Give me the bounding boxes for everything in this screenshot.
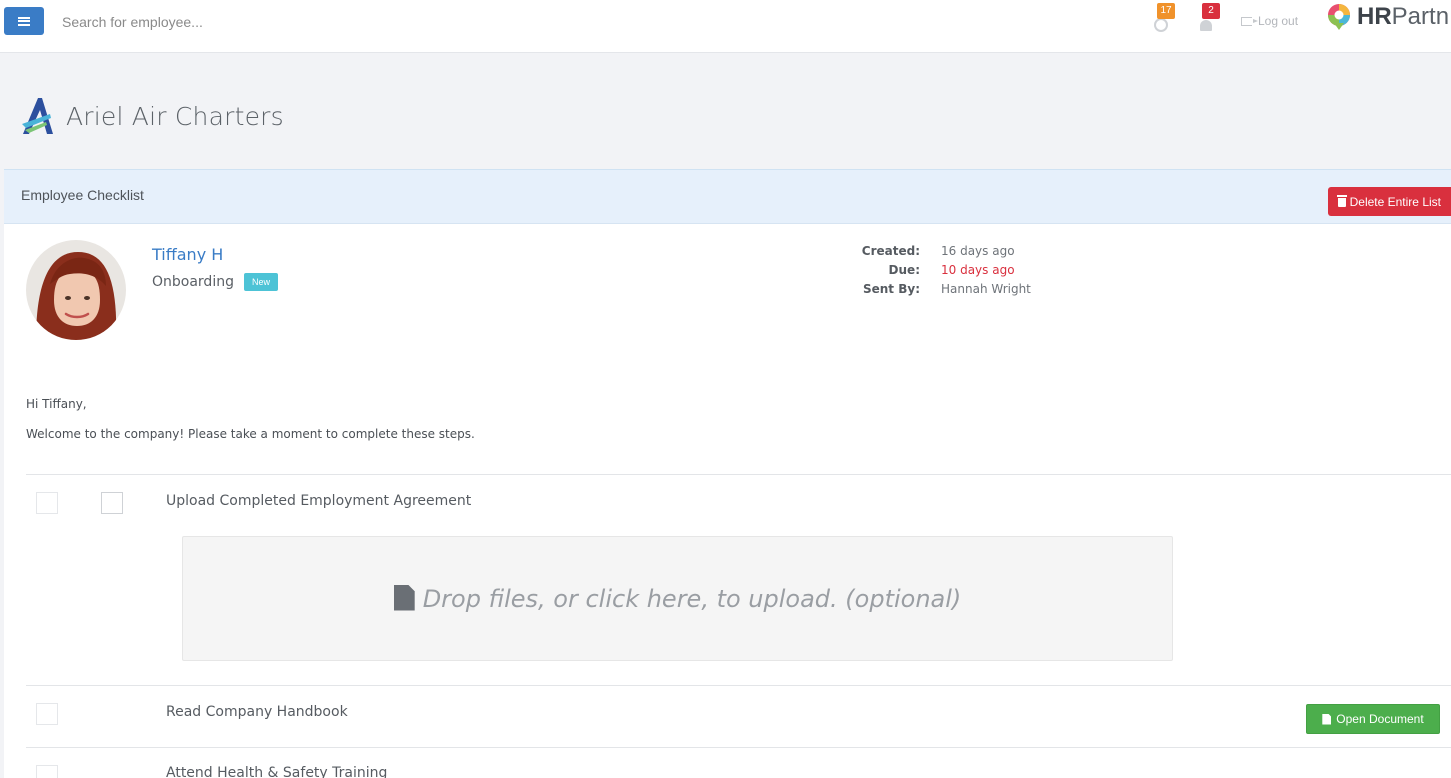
company-header: Ariel Air Charters	[20, 96, 284, 136]
due-value: 10 days ago	[941, 263, 1015, 277]
panel-header: Employee Checklist Delete Entire List	[4, 170, 1451, 224]
task-select-checkbox[interactable]	[101, 492, 123, 514]
hrpartner-logo-icon	[1328, 4, 1350, 30]
logout-link[interactable]: Log out	[1241, 14, 1298, 28]
menu-toggle-button[interactable]	[4, 7, 44, 35]
greeting-text: Hi Tiffany,	[26, 397, 87, 411]
task-complete-checkbox[interactable]	[36, 765, 58, 778]
created-value: 16 days ago	[941, 244, 1015, 258]
hrpartner-logo[interactable]: HRPartn	[1325, 0, 1449, 34]
employee-avatar	[26, 240, 126, 340]
task-divider	[26, 685, 1451, 686]
bell-notifications-button[interactable]: 2	[1195, 3, 1221, 36]
file-icon	[393, 584, 415, 611]
top-navbar: 17 2 Log out HRPartn	[0, 0, 1451, 53]
dropzone-text: Drop files, or click here, to upload. (o…	[422, 584, 962, 613]
created-label: Created:	[861, 244, 920, 258]
clock-count-badge: 17	[1157, 3, 1175, 19]
panel-title: Employee Checklist	[21, 187, 144, 203]
open-document-button[interactable]: Open Document	[1306, 704, 1440, 734]
sent-by-label: Sent By:	[862, 282, 920, 296]
status-badge: New	[243, 273, 278, 291]
sent-by-value: Hannah Wright	[941, 282, 1031, 296]
task-divider	[26, 747, 1451, 748]
checklist-meta: Created: 16 days ago Due: 10 days ago Se…	[834, 242, 1031, 299]
bell-icon	[1200, 20, 1212, 31]
document-icon	[1322, 713, 1332, 725]
hrpartner-logo-text: HRPartn	[1357, 3, 1450, 30]
task-label-read-handbook: Read Company Handbook	[166, 704, 348, 720]
due-label: Due:	[888, 263, 920, 277]
logout-icon	[1241, 16, 1258, 26]
bell-count-badge: 2	[1202, 3, 1220, 19]
delete-entire-list-button[interactable]: Delete Entire List	[1327, 187, 1451, 216]
welcome-text: Welcome to the company! Please take a mo…	[26, 427, 475, 441]
task-complete-checkbox[interactable]	[36, 492, 58, 514]
sent-by-row: Sent By: Hannah Wright	[834, 280, 1031, 299]
delete-button-label: Delete Entire List	[1349, 194, 1441, 209]
clock-notifications-button[interactable]: 17	[1150, 3, 1176, 36]
company-logo-icon	[22, 98, 53, 134]
task-label-health-safety: Attend Health & Safety Training	[166, 765, 388, 778]
clock-icon	[1154, 18, 1168, 32]
logout-label: Log out	[1258, 14, 1299, 28]
employee-checklist-panel: Employee Checklist Delete Entire List Ti…	[4, 169, 1451, 778]
checklist-type-label: Onboarding	[152, 274, 234, 290]
task-label-upload-agreement: Upload Completed Employment Agreement	[166, 493, 472, 509]
open-document-label: Open Document	[1336, 712, 1424, 726]
due-row: Due: 10 days ago	[834, 261, 1031, 280]
checklist-type: Onboarding New	[152, 273, 278, 291]
company-name: Ariel Air Charters	[66, 101, 284, 131]
task-divider	[26, 474, 1451, 475]
file-dropzone[interactable]: Drop files, or click here, to upload. (o…	[182, 536, 1173, 661]
task-complete-checkbox[interactable]	[36, 703, 58, 725]
employee-name-link[interactable]: Tiffany H	[152, 245, 223, 264]
employee-search-input[interactable]	[54, 8, 454, 36]
trash-icon	[1336, 195, 1347, 207]
created-row: Created: 16 days ago	[834, 242, 1031, 261]
hamburger-icon	[18, 16, 30, 26]
